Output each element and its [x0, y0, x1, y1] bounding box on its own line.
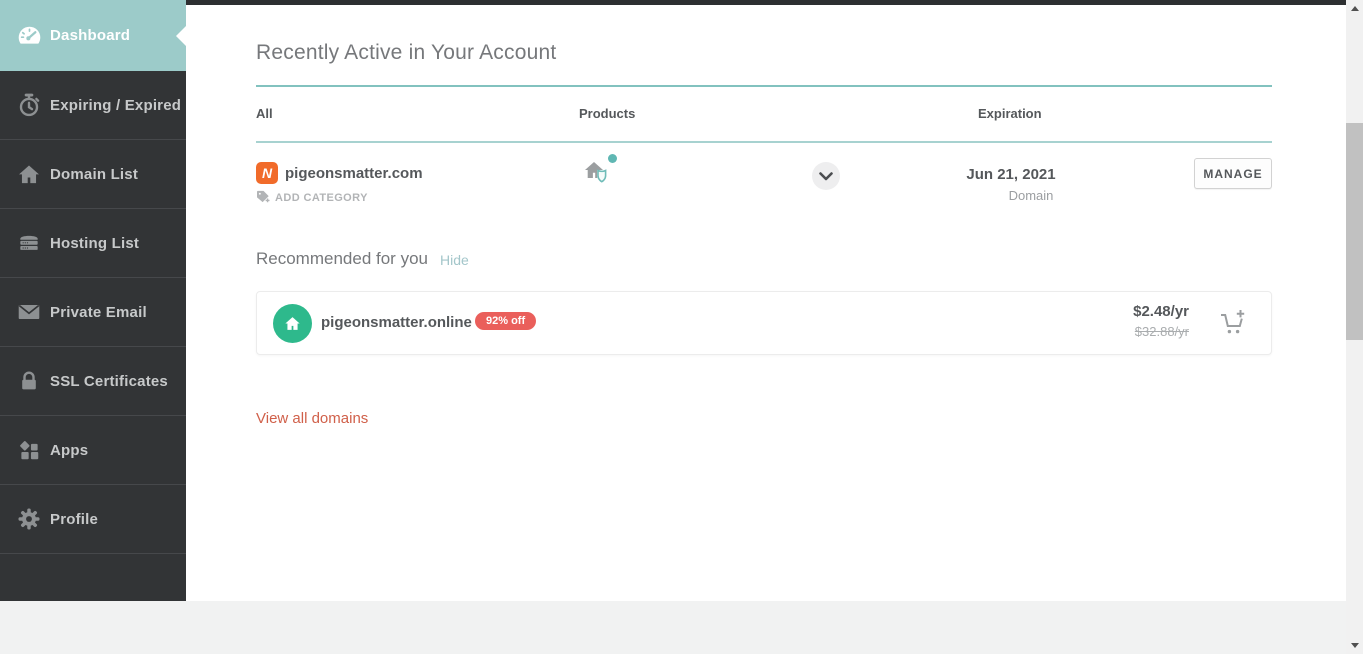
expand-row-button[interactable] [812, 162, 840, 190]
sidebar: Dashboard Expiring / Expired Domain List… [0, 0, 186, 601]
page-title: Recently Active in Your Account [256, 41, 557, 64]
stopwatch-icon [14, 92, 44, 118]
notification-dot [608, 154, 617, 163]
recommended-domain-name: pigeonsmatter.online [321, 314, 472, 331]
sidebar-item-label: Dashboard [50, 27, 131, 44]
footer-strip [0, 601, 1363, 654]
scrollbar[interactable] [1346, 0, 1363, 654]
column-header-expiration: Expiration [978, 106, 1042, 121]
old-price: $32.88/yr [1134, 324, 1189, 339]
sidebar-item-private-email[interactable]: Private Email [0, 278, 186, 347]
sidebar-item-hosting-list[interactable]: Hosting List [0, 209, 186, 278]
scrollbar-thumb[interactable] [1346, 123, 1363, 340]
dashboard-gauge-icon [14, 22, 44, 49]
manage-button[interactable]: MANAGE [1194, 158, 1272, 189]
sidebar-item-label: Profile [50, 510, 99, 528]
gear-icon [14, 506, 44, 532]
sidebar-item-label: Domain List [50, 165, 139, 183]
current-price: $2.48/yr [1133, 303, 1189, 320]
main-content: Recently Active in Your Account All Prod… [186, 5, 1346, 601]
tag-plus-icon [256, 190, 271, 206]
scroll-up-arrow[interactable] [1346, 0, 1363, 17]
sidebar-item-apps[interactable]: Apps [0, 416, 186, 485]
recommendation-card[interactable]: pigeonsmatter.online 92% off $2.48/yr $3… [256, 291, 1272, 355]
expiration-date: Jun 21, 2021 [966, 166, 1056, 183]
sidebar-item-label: Private Email [50, 303, 147, 321]
view-all-domains-link[interactable]: View all domains [256, 410, 368, 427]
add-category-button[interactable]: ADD CATEGORY [256, 190, 368, 206]
table-header-divider [256, 141, 1272, 143]
sidebar-item-label: SSL Certificates [50, 372, 168, 390]
sidebar-item-profile[interactable]: Profile [0, 485, 186, 554]
sidebar-item-ssl-certificates[interactable]: SSL Certificates [0, 347, 186, 416]
scroll-down-arrow[interactable] [1346, 637, 1363, 654]
discount-badge: 92% off [475, 312, 537, 330]
cart-plus-icon [1221, 310, 1245, 334]
add-to-cart-button[interactable] [1218, 308, 1249, 339]
envelope-icon [14, 299, 44, 325]
sidebar-item-label: Expiring / Expired [50, 96, 182, 114]
sidebar-item-dashboard[interactable]: Dashboard [0, 0, 186, 71]
namecheap-logo-icon: N [256, 162, 278, 184]
house-icon [285, 317, 300, 330]
domain-name: pigeonsmatter.com [285, 165, 423, 182]
domain-suggestion-icon [273, 304, 312, 343]
dashboard-page: Dashboard Expiring / Expired Domain List… [0, 0, 1363, 654]
sidebar-item-label: Hosting List [50, 234, 140, 252]
hide-link[interactable]: Hide [440, 252, 469, 268]
apps-grid-icon [14, 438, 44, 463]
column-header-products: Products [579, 106, 636, 121]
server-icon [14, 230, 44, 256]
sidebar-item-domain-list[interactable]: Domain List [0, 140, 186, 209]
lock-icon [14, 369, 44, 393]
sidebar-item-label: Apps [50, 441, 89, 459]
product-icons[interactable] [582, 154, 618, 195]
column-header-all: All [256, 106, 273, 121]
home-icon [14, 161, 44, 187]
price-block: $2.48/yr $32.88/yr [1133, 303, 1189, 339]
recommended-title: Recommended for you [256, 249, 428, 268]
chevron-down-icon [819, 171, 833, 180]
product-type-label: Domain [1008, 188, 1054, 203]
section-divider [256, 85, 1272, 87]
add-category-label: ADD CATEGORY [275, 192, 368, 204]
sidebar-item-expiring[interactable]: Expiring / Expired [0, 71, 186, 140]
